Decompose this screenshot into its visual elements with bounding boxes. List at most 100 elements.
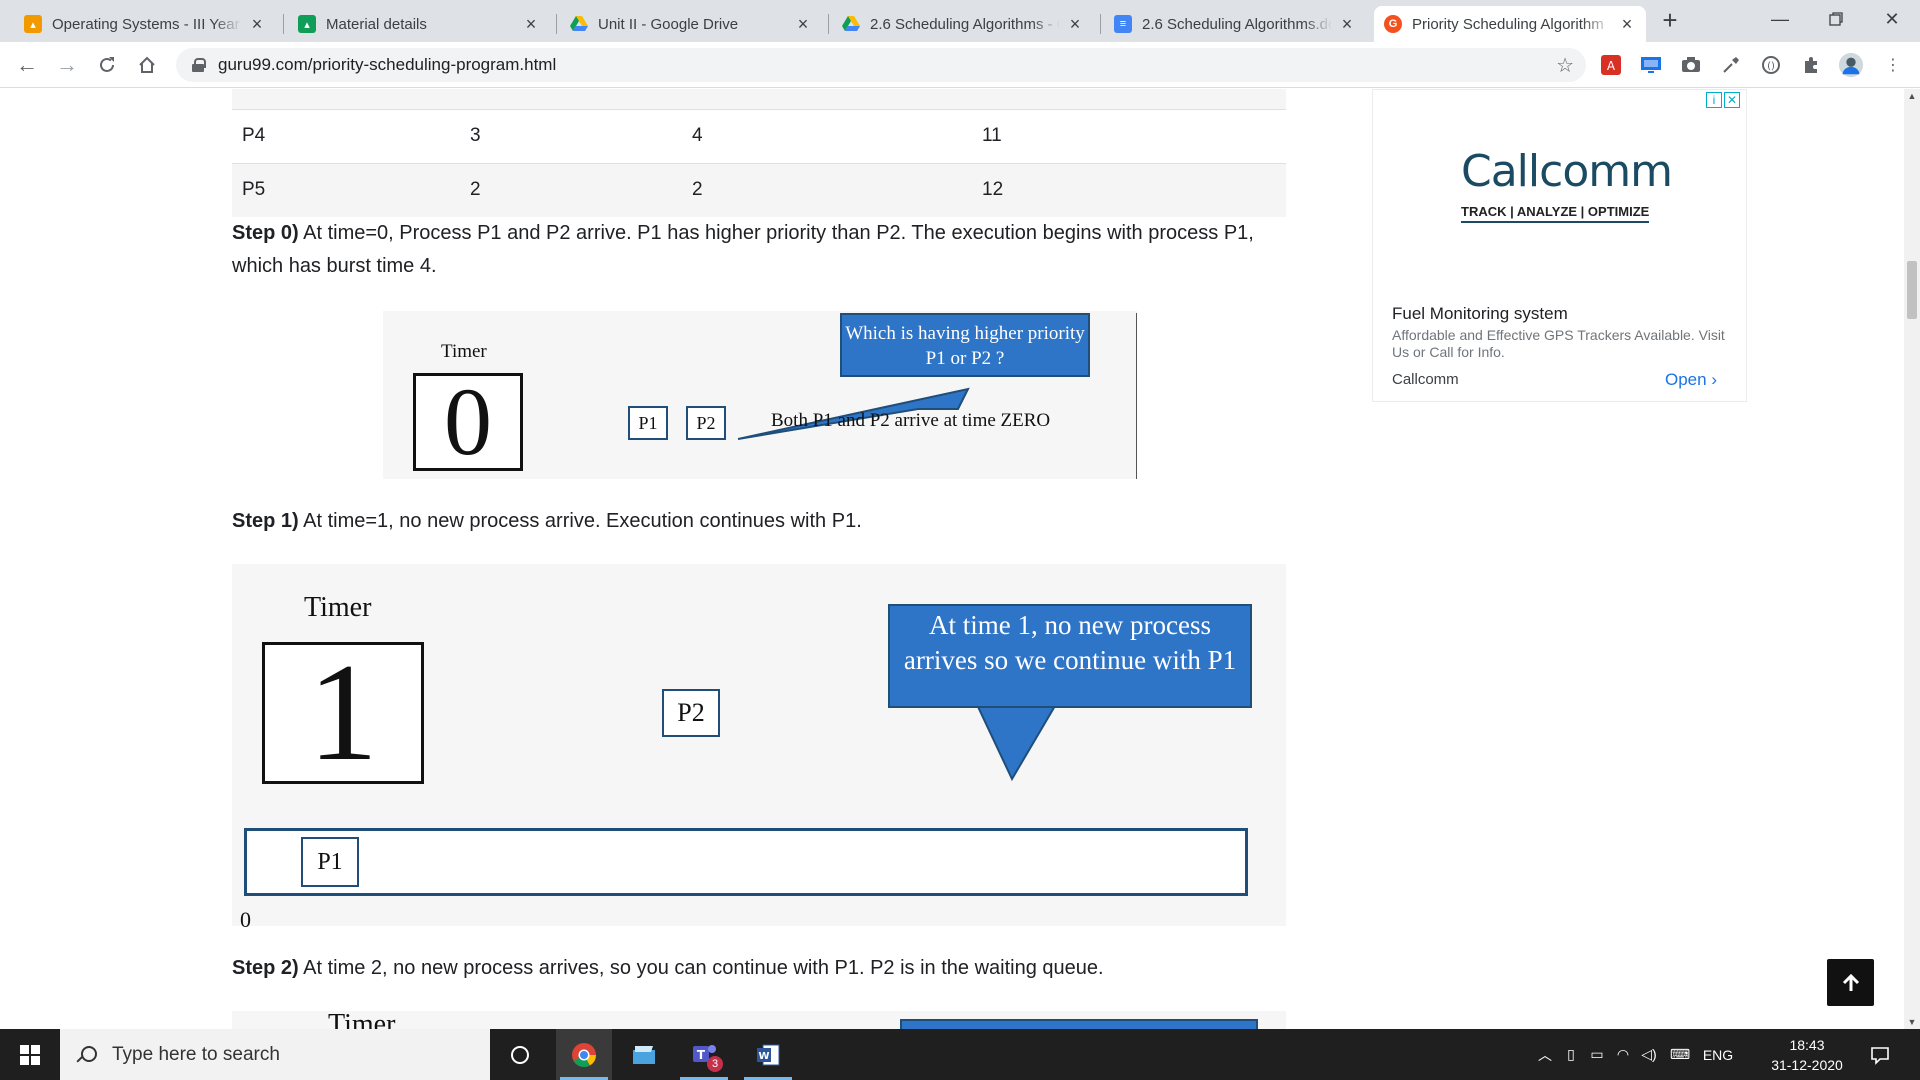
tab-title: Unit II - Google Drive [598,15,739,33]
device-icon[interactable]: ▯ [1558,1046,1584,1063]
svg-text:W: W [758,1051,769,1062]
windows-logo-icon [20,1044,40,1065]
lock-icon [192,58,206,72]
timer-label: Timer [304,592,372,623]
scrollbar-thumb[interactable] [1907,261,1917,319]
restore-button[interactable] [1808,0,1864,38]
ad-info-icon[interactable]: i [1706,92,1722,108]
step-label: Step 1) [232,510,299,532]
language-indicator[interactable]: ENG [1698,1047,1738,1063]
camera-icon[interactable] [1678,52,1704,78]
chevron-right-icon: › [1711,370,1717,389]
close-icon[interactable]: × [794,14,812,35]
notification-badge: 3 [707,1056,723,1072]
close-icon[interactable]: × [1338,14,1356,35]
info-callout [900,1019,1258,1029]
menu-kebab-icon[interactable]: ⋮ [1880,52,1906,78]
process-box-p2: P2 [686,406,726,440]
tab-scheduling-doc[interactable]: ≡ 2.6 Scheduling Algorithms.do × [1104,6,1366,42]
volume-icon[interactable]: ◁) [1636,1046,1662,1063]
address-bar[interactable]: guru99.com/priority-scheduling-program.h… [176,48,1586,82]
ad-advertiser: Callcomm [1392,371,1459,388]
browser-toolbar: ← → guru99.com/priority-scheduling-progr… [0,42,1920,88]
table-cell: 2 [470,179,481,200]
close-icon[interactable]: × [1618,14,1636,35]
table-cell: 2 [692,179,703,200]
scroll-down-arrow[interactable]: ▼ [1904,1017,1920,1027]
step-text: At time=0, Process P1 and P2 arrive. P1 … [232,222,1254,277]
table-cell: 5 [982,89,993,93]
profile-avatar[interactable] [1838,52,1864,78]
scroll-up-arrow[interactable]: ▲ [1904,91,1920,101]
timer-display: 0 [413,373,523,471]
teams-taskbar-icon[interactable]: T 3 [676,1029,732,1080]
page-scrollbar[interactable]: ▲ ▼ [1904,89,1920,1029]
pdf-extension-icon[interactable]: A [1598,52,1624,78]
taskbar-search[interactable]: Type here to search [60,1029,490,1080]
step-text: At time 2, no new process arrives, so yo… [298,957,1104,979]
minimize-button[interactable]: — [1752,0,1808,38]
bookmark-star-icon[interactable]: ☆ [1556,53,1574,78]
url-text: guru99.com/priority-scheduling-program.h… [218,55,557,74]
chrome-taskbar-icon[interactable] [556,1029,612,1080]
question-callout: Which is having higher priority P1 or P2… [840,313,1090,377]
guru99-icon: G [1384,15,1402,33]
close-icon[interactable]: × [1066,14,1084,35]
svg-text:(): () [1767,61,1775,72]
cortana-icon[interactable] [492,1029,548,1080]
execution-bar: P1 [244,828,1248,896]
step-2-figure: Timer [232,1009,1286,1029]
tab-google-drive[interactable]: Unit II - Google Drive × [560,6,822,42]
new-tab-button[interactable]: + [1656,6,1684,34]
tab-scheduling-drive[interactable]: 2.6 Scheduling Algorithms - G × [832,6,1094,42]
eyedropper-icon[interactable] [1718,52,1744,78]
ad-headline[interactable]: Fuel Monitoring system [1392,304,1568,324]
back-button[interactable]: ← [12,50,42,80]
keyboard-icon[interactable]: ⌨ [1662,1046,1698,1063]
tab-operating-systems[interactable]: ▴ Operating Systems - III Year I × [14,6,276,42]
ad-open-label: Open [1665,370,1707,389]
search-placeholder: Type here to search [112,1043,280,1065]
drive-icon [570,15,588,33]
wifi-icon[interactable]: ◠ [1610,1046,1636,1063]
close-icon[interactable]: × [248,14,266,35]
table-cell: 3 [470,125,481,146]
clock[interactable]: 18:43 31-12-2020 [1762,1035,1852,1075]
forward-button[interactable]: → [52,50,82,80]
extension-circle-icon[interactable]: () [1758,52,1784,78]
svg-text:A: A [1607,59,1616,73]
process-box-p1: P1 [301,837,359,887]
action-center-icon[interactable] [1856,1029,1904,1080]
ad-description: Affordable and Effective GPS Trackers Av… [1392,327,1725,360]
advertisement[interactable]: i ✕ Callcomm TRACK | ANALYZE | OPTIMIZE F… [1372,89,1747,402]
step-text: At time=1, no new process arrive. Execut… [298,510,862,532]
step-1-paragraph: Step 1) At time=1, no new process arrive… [232,505,1292,538]
step-0-figure: Timer 0 P1 P2 Which is having higher pri… [383,311,1137,479]
extensions-puzzle-icon[interactable] [1798,52,1824,78]
arrival-note: Both P1 and P2 arrive at time ZERO [771,410,1051,431]
ad-choices[interactable]: i ✕ [1706,92,1742,108]
close-icon[interactable]: × [522,14,540,35]
tab-priority-scheduling[interactable]: G Priority Scheduling Algorithm × [1374,6,1646,42]
system-tray: ︿ ▯ ▭ ◠ ◁) ⌨ ENG [1532,1029,1738,1080]
scroll-to-top-button[interactable] [1827,959,1874,1006]
file-explorer-icon[interactable] [616,1029,672,1080]
close-window-button[interactable]: ✕ [1864,0,1920,38]
show-hidden-icons-chevron-icon[interactable]: ︿ [1532,1045,1558,1065]
timer-label: Timer [441,341,487,362]
tab-material-details[interactable]: ▴ Material details × [288,6,550,42]
process-box-p1: P1 [628,406,668,440]
ad-open-button[interactable]: Open › [1665,370,1717,390]
svg-text:T: T [697,1048,706,1062]
start-button[interactable] [0,1029,60,1080]
tab-title: Operating Systems - III Year I [52,15,242,33]
home-button[interactable] [132,50,162,80]
page-content: P3 1 1 5 P4 3 4 11 P5 2 2 12 Step 0) At … [0,89,1904,1029]
ad-close-icon[interactable]: ✕ [1724,92,1740,108]
process-box-p2: P2 [662,689,720,737]
screen-extension-icon[interactable] [1638,52,1664,78]
word-taskbar-icon[interactable]: W [740,1029,796,1080]
reload-button[interactable] [92,50,122,80]
battery-icon[interactable]: ▭ [1584,1046,1610,1063]
table-cell: 1 [470,89,481,93]
